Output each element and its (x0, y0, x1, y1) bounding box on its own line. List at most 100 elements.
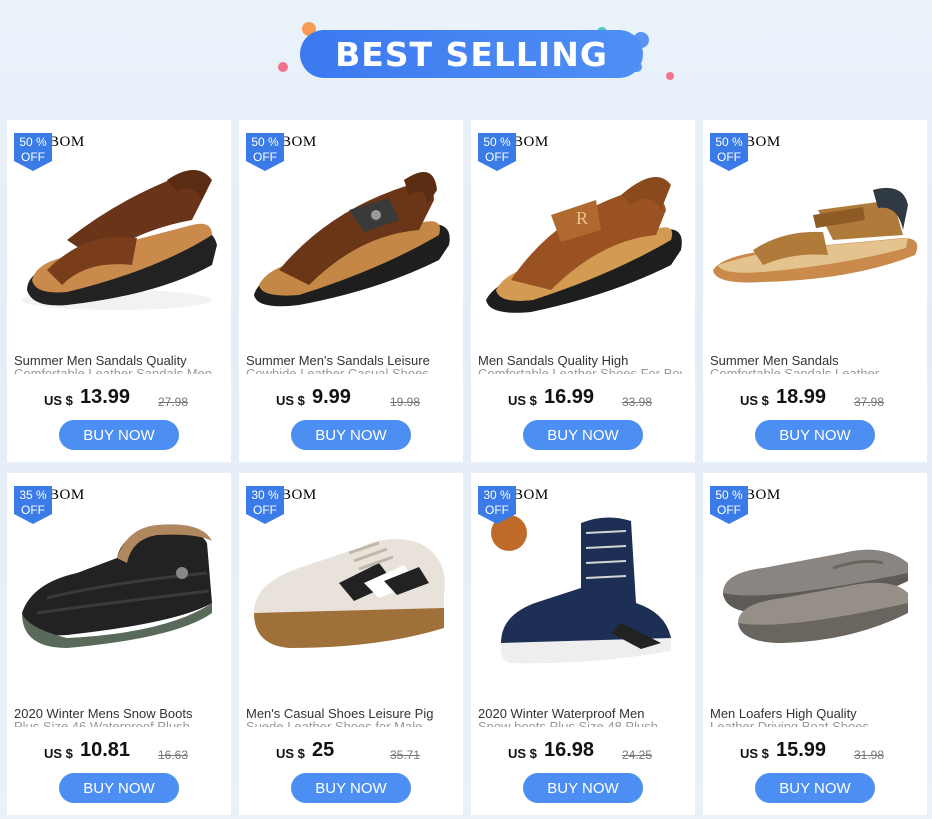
discount-off: OFF (21, 150, 45, 164)
discount-percent: 50 % (251, 135, 279, 149)
original-price: 19.98 (390, 395, 421, 409)
original-price: 37.98 (854, 395, 885, 409)
product-price: 16.99 (544, 386, 595, 408)
discount-badge: 35 % OFF (14, 486, 52, 524)
original-price: 16.63 (158, 748, 189, 762)
buy-now-button[interactable]: BUY NOW (59, 773, 179, 803)
product-card[interactable]: BOM 50 % OFF Summer Men Sandals Comforta… (703, 120, 927, 462)
brand-label: BOM (513, 134, 549, 150)
price-row: US $ 16.98 24.25 (471, 737, 695, 767)
price-row: US $ 25 35.71 (239, 737, 463, 767)
buy-now-button[interactable]: BUY NOW (523, 773, 643, 803)
discount-percent: 50 % (19, 135, 47, 149)
discount-badge: 50 % OFF (710, 133, 748, 171)
product-card[interactable]: BOM 35 % OFF 2020 Winter Mens Snow Boots… (7, 473, 231, 815)
buy-now-button[interactable]: BUY NOW (755, 420, 875, 450)
product-card[interactable]: BOM 30 % OFF Men's Casual Shoes Leisure … (239, 473, 463, 815)
price-row: US $ 9.99 19.98 (239, 384, 463, 414)
product-image[interactable]: BOM 30 % OFF (471, 473, 695, 693)
brand-label: BOM (745, 134, 781, 150)
product-title-line2: Snow boots Plus Size 48 Plush (478, 721, 683, 727)
price-row: US $ 16.99 33.98 (471, 384, 695, 414)
product-image[interactable]: BOM 50 % OFF (703, 120, 927, 340)
buy-now-button[interactable]: BUY NOW (523, 420, 643, 450)
brand-label: BOM (49, 487, 85, 503)
price-row: US $ 18.99 37.98 (703, 384, 927, 414)
product-card[interactable]: BOM 50 % OFF Summer Men Sandals Quality … (7, 120, 231, 462)
product-price: 15.99 (776, 739, 827, 761)
discount-off: OFF (485, 503, 509, 517)
discount-percent: 30 % (251, 488, 279, 502)
buy-now-button[interactable]: BUY NOW (755, 773, 875, 803)
discount-badge: 50 % OFF (246, 133, 284, 171)
currency-label: US $ (276, 746, 305, 761)
discount-percent: 50 % (715, 488, 743, 502)
currency-label: US $ (44, 746, 73, 761)
decor-dot (278, 62, 288, 72)
discount-off: OFF (253, 150, 277, 164)
product-price: 16.98 (544, 739, 595, 761)
discount-percent: 35 % (19, 488, 47, 502)
banner-area: BEST SELLING (0, 0, 932, 118)
buy-now-button[interactable]: BUY NOW (291, 420, 411, 450)
brand-label: BOM (745, 487, 781, 503)
svg-text:R: R (576, 208, 588, 228)
currency-label: US $ (44, 393, 73, 408)
currency-label: US $ (740, 746, 769, 761)
banner-title: BEST SELLING (335, 34, 608, 74)
product-image[interactable]: BOM 50 % OFF (7, 120, 231, 340)
original-price: 24.25 (622, 748, 653, 762)
original-price: 33.98 (622, 395, 653, 409)
product-title-line2: Comfortable Leather Shoes For Boys (478, 368, 683, 374)
product-title-line2: Cowhide Leather Casual Shoes (246, 368, 451, 374)
product-card[interactable]: BOM 50 % OFF Men Loafers High Quality Le… (703, 473, 927, 815)
price-row: US $ 15.99 31.98 (703, 737, 927, 767)
original-price: 31.98 (854, 748, 885, 762)
product-image[interactable]: BOM 50 % OFF (703, 473, 927, 693)
product-card[interactable]: BOM 30 % OFF 2020 Winter Waterproof Men … (471, 473, 695, 815)
product-price: 25 (312, 739, 335, 761)
price-row: US $ 13.99 27.98 (7, 384, 231, 414)
original-price: 35.71 (390, 748, 421, 762)
product-title-line2: Leather Driving Boat Shoes (710, 721, 915, 727)
product-price: 9.99 (312, 386, 351, 408)
product-image[interactable]: BOM 35 % OFF (7, 473, 231, 693)
product-title-line2: Comfortable Sandals Leather (710, 368, 915, 374)
product-image[interactable]: R BOM 50 % OFF (471, 120, 695, 340)
product-image[interactable]: BOM 30 % OFF (239, 473, 463, 693)
discount-off: OFF (485, 150, 509, 164)
currency-label: US $ (276, 393, 305, 408)
product-card[interactable]: R BOM 50 % OFF Men Sandals Quality High … (471, 120, 695, 462)
discount-off: OFF (253, 503, 277, 517)
discount-off: OFF (21, 503, 45, 517)
discount-off: OFF (717, 150, 741, 164)
product-card[interactable]: BOM 50 % OFF Summer Men's Sandals Leisur… (239, 120, 463, 462)
decor-dot (666, 72, 674, 80)
product-title-line2: Suede Leather Shoes for Male (246, 721, 451, 727)
product-price: 18.99 (776, 386, 827, 408)
price-row: US $ 10.81 16.63 (7, 737, 231, 767)
discount-badge: 50 % OFF (14, 133, 52, 171)
product-image[interactable]: BOM 50 % OFF (239, 120, 463, 340)
original-price: 27.98 (158, 395, 189, 409)
buy-now-button[interactable]: BUY NOW (59, 420, 179, 450)
currency-label: US $ (740, 393, 769, 408)
discount-percent: 30 % (483, 488, 511, 502)
discount-badge: 30 % OFF (246, 486, 284, 524)
best-selling-banner: BEST SELLING (300, 30, 643, 78)
brand-label: BOM (281, 134, 317, 150)
discount-percent: 50 % (483, 135, 511, 149)
product-price: 10.81 (80, 739, 131, 761)
discount-badge: 30 % OFF (478, 486, 516, 524)
buy-now-button[interactable]: BUY NOW (291, 773, 411, 803)
discount-off: OFF (717, 503, 741, 517)
product-title-line2: Comfortable Leather Sandals Men (14, 368, 219, 374)
discount-badge: 50 % OFF (710, 486, 748, 524)
currency-label: US $ (508, 746, 537, 761)
discount-badge: 50 % OFF (478, 133, 516, 171)
product-price: 13.99 (80, 386, 131, 408)
brand-label: BOM (513, 487, 549, 503)
product-title-line2: Plus Size 46 Waterproof Plush (14, 721, 219, 727)
currency-label: US $ (508, 393, 537, 408)
brand-label: BOM (49, 134, 85, 150)
